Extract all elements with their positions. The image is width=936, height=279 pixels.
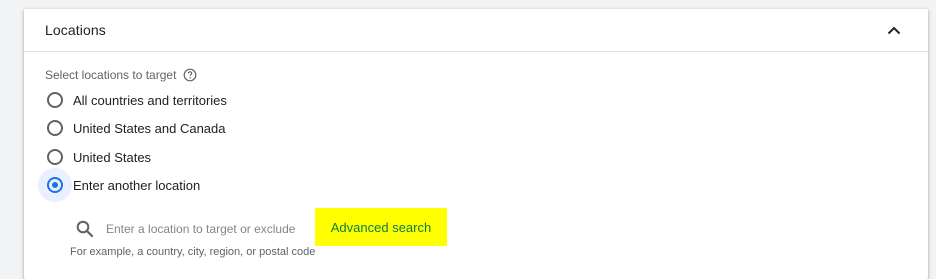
search-hint: For example, a country, city, region, or… bbox=[70, 246, 316, 258]
radio-container bbox=[38, 168, 72, 202]
radio-button-selected[interactable] bbox=[47, 177, 63, 193]
radio-option-enter-another-location[interactable]: Enter another location bbox=[38, 168, 201, 202]
collapse-button[interactable] bbox=[882, 19, 906, 41]
card-header[interactable]: Locations bbox=[24, 9, 928, 52]
radio-option-us-canada[interactable]: United States and Canada bbox=[40, 116, 226, 140]
radio-container bbox=[40, 85, 70, 115]
radio-button[interactable] bbox=[47, 92, 63, 108]
radio-button[interactable] bbox=[47, 149, 63, 165]
search-icon bbox=[75, 219, 95, 239]
card-title: Locations bbox=[45, 22, 106, 38]
section-label-text: Select locations to target bbox=[45, 68, 177, 82]
advanced-search-button[interactable]: Advanced search bbox=[315, 208, 447, 246]
locations-card: Locations Select locations to target All… bbox=[24, 9, 928, 279]
help-icon[interactable] bbox=[183, 68, 197, 82]
radio-label: United States and Canada bbox=[73, 120, 226, 136]
section-label: Select locations to target bbox=[45, 68, 197, 82]
radio-option-united-states[interactable]: United States bbox=[40, 145, 151, 169]
radio-option-all-countries[interactable]: All countries and territories bbox=[40, 88, 227, 112]
location-search bbox=[71, 214, 311, 244]
radio-container bbox=[40, 113, 70, 143]
radio-button[interactable] bbox=[47, 120, 63, 136]
radio-label: United States bbox=[73, 149, 152, 165]
location-search-input[interactable] bbox=[106, 222, 306, 236]
radio-label: All countries and territories bbox=[73, 92, 227, 108]
chevron-up-icon bbox=[887, 26, 901, 34]
radio-label: Enter another location bbox=[73, 177, 201, 193]
